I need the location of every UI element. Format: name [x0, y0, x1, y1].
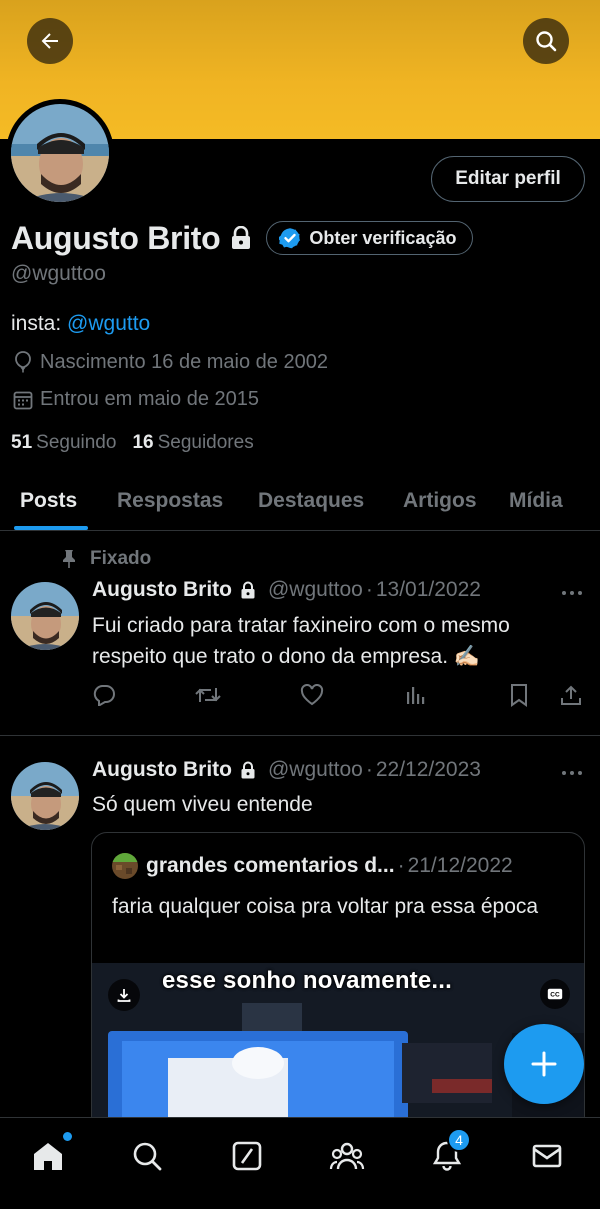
search-icon [536, 31, 557, 52]
tweet-avatar[interactable] [11, 762, 79, 830]
tab-replies[interactable]: Respostas [117, 472, 223, 530]
heart-icon[interactable] [298, 682, 326, 708]
quoted-author-name: grandes comentarios d... [146, 854, 395, 877]
followers-link[interactable]: 16 Seguidores [132, 432, 253, 454]
svg-text:CC: CC [550, 992, 560, 999]
video-caption: esse sonho novamente... [162, 967, 453, 994]
get-verified-label: Obter verificação [309, 227, 457, 248]
reply-icon[interactable] [90, 682, 118, 708]
tweet-actions [0, 682, 600, 708]
views-icon[interactable] [401, 682, 429, 708]
arrow-left-icon [41, 33, 58, 49]
tweet-date[interactable]: 13/01/2022 [376, 578, 481, 602]
pinned-label: Fixado [60, 548, 151, 570]
quoted-tweet-header: grandes comentarios d... · 21/12/2022 [112, 853, 513, 879]
joined-date-text: Entrou em maio de 2015 [40, 388, 260, 410]
bottom-navigation: 4 [0, 1117, 600, 1209]
mail-icon [532, 1144, 562, 1168]
profile-avatar[interactable] [6, 99, 114, 207]
following-label: Seguindo [36, 432, 117, 453]
nav-search[interactable] [127, 1136, 167, 1176]
tab-posts[interactable]: Posts [20, 472, 77, 530]
tweet-header: Augusto Brito @wguttoo · 13/01/2022 [92, 578, 481, 602]
profile-handle: @wguttoo [11, 262, 106, 285]
tab-highlights[interactable]: Destaques [258, 472, 364, 530]
pin-icon [63, 550, 75, 568]
tweet-date[interactable]: 22/12/2023 [376, 758, 481, 782]
joined-date: Entrou em maio de 2015 [12, 388, 259, 411]
communities-icon [329, 1142, 365, 1170]
verified-badge-icon [279, 228, 301, 249]
tab-articles[interactable]: Artigos [403, 472, 477, 530]
pinned-text: Fixado [90, 548, 152, 569]
followers-label: Seguidores [157, 432, 254, 453]
tweet-separator: · [365, 758, 373, 781]
tweet-avatar[interactable] [11, 582, 79, 650]
quoted-avatar [112, 853, 138, 879]
plus-icon [531, 1051, 557, 1077]
nav-messages[interactable] [527, 1136, 567, 1176]
followers-count: 16 [132, 432, 154, 453]
profile-name-row: Augusto Brito Obter verificação [11, 218, 474, 258]
quoted-separator: · [397, 854, 405, 877]
nav-communities[interactable] [327, 1136, 367, 1176]
bio-prefix: insta: [11, 312, 68, 335]
profile-tabs: Posts Respostas Destaques Artigos Mídia [0, 472, 600, 531]
tweet-separator: · [365, 578, 373, 601]
tab-media[interactable]: Mídia [509, 472, 563, 530]
grok-icon [232, 1141, 262, 1171]
tweet-text: Fui criado para tratar faxineiro com o m… [92, 614, 510, 668]
more-options-icon[interactable] [562, 591, 582, 595]
retweet-icon[interactable] [194, 682, 222, 708]
nav-grok[interactable] [227, 1136, 267, 1176]
edit-profile-button[interactable]: Editar perfil [431, 156, 585, 202]
birth-date-text: Nascimento 16 de maio de 2002 [40, 350, 328, 373]
tweet-header: Augusto Brito @wguttoo · 22/12/2023 [92, 758, 481, 782]
tweet-author-handle[interactable]: @wguttoo [268, 758, 363, 782]
tweet-divider [0, 735, 600, 736]
bookmark-icon[interactable] [505, 682, 533, 708]
profile-bio: insta: @wgutto [11, 312, 150, 336]
home-icon [34, 1143, 62, 1170]
compose-button[interactable] [504, 1024, 584, 1104]
active-tab-indicator [14, 526, 88, 530]
share-icon[interactable] [557, 682, 585, 708]
quoted-text: faria qualquer coisa pra voltar pra essa… [112, 895, 539, 918]
lock-icon [240, 581, 256, 599]
back-button[interactable] [27, 18, 73, 64]
search-button[interactable] [523, 18, 569, 64]
nav-notifications[interactable]: 4 [427, 1128, 471, 1176]
display-name: Augusto Brito [11, 219, 221, 256]
follow-stats: 51 Seguindo 16 Seguidores [11, 432, 254, 454]
following-link[interactable]: 51 Seguindo [11, 432, 116, 454]
bio-link[interactable]: @wgutto [67, 312, 150, 335]
nav-home[interactable] [28, 1132, 72, 1176]
tweet-author-name[interactable]: Augusto Brito [92, 758, 232, 782]
quoted-date: 21/12/2022 [407, 854, 513, 877]
lock-icon [240, 761, 256, 779]
calendar-icon [13, 391, 33, 409]
tweet-text: Só quem viveu entende [92, 793, 313, 816]
tweet-author-name[interactable]: Augusto Brito [92, 578, 232, 602]
home-unread-dot [63, 1132, 72, 1141]
lock-icon [230, 226, 252, 250]
birth-date: Nascimento 16 de maio de 2002 [12, 350, 328, 374]
download-icon[interactable] [108, 979, 140, 1011]
tweet-author-handle[interactable]: @wguttoo [268, 578, 363, 602]
following-count: 51 [11, 432, 33, 453]
more-options-icon[interactable] [562, 771, 582, 775]
notification-badge: 4 [447, 1128, 471, 1152]
balloon-icon [15, 351, 31, 373]
get-verified-button[interactable]: Obter verificação [266, 221, 474, 255]
captions-icon[interactable]: CC [540, 979, 570, 1009]
search-icon [133, 1142, 162, 1171]
